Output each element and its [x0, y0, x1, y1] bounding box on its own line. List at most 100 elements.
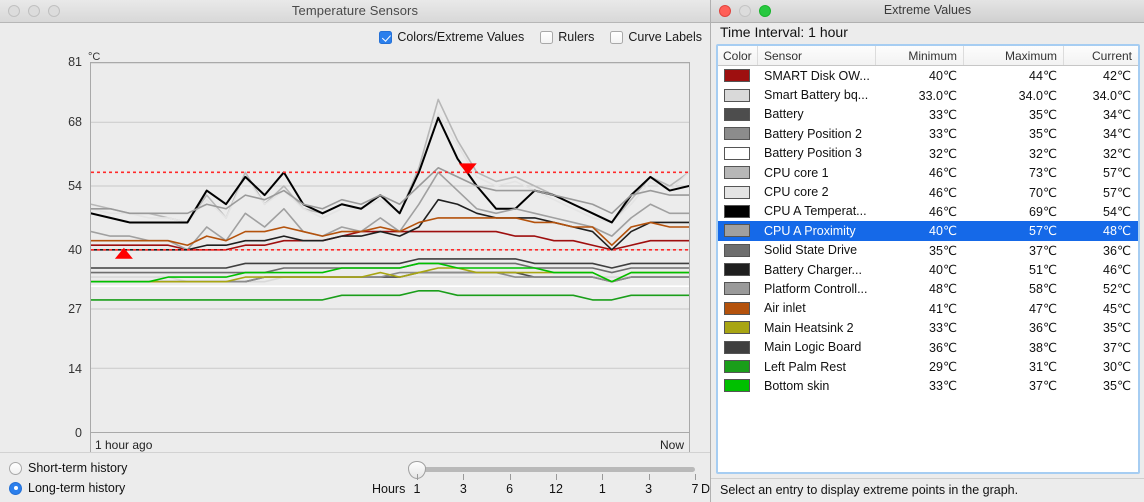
label-short-term-history: Short-term history [28, 461, 128, 475]
series-line [91, 112, 689, 224]
sensor-current: 34℃ [1103, 127, 1131, 142]
slider-stop-label: 7 [691, 482, 699, 496]
sensor-table[interactable]: Color Sensor Minimum Maximum Current SMA… [716, 44, 1140, 474]
checkbox-colors-extreme-values[interactable] [379, 30, 393, 44]
sensor-maximum: 34.0℃ [1018, 88, 1057, 103]
sensor-maximum: 73℃ [1029, 166, 1057, 181]
radio-button-long-term[interactable] [9, 481, 22, 495]
option-rulers[interactable]: Rulers [540, 30, 594, 44]
sensor-current: 57℃ [1103, 185, 1131, 200]
chart-canvas [91, 63, 689, 369]
slider-track[interactable] [417, 467, 695, 472]
sensor-minimum: 33.0℃ [918, 88, 957, 103]
row-color-cell [718, 263, 758, 277]
sensor-maximum: 35℃ [1029, 107, 1057, 122]
radio-long-term-history[interactable]: Long-term history [9, 478, 127, 498]
table-row[interactable]: Air inlet 41℃ 47℃ 45℃ [718, 299, 1138, 318]
column-header-minimum[interactable]: Minimum [876, 46, 964, 65]
sensor-name: SMART Disk OW... [764, 68, 870, 83]
table-row[interactable]: Battery Position 2 33℃ 35℃ 34℃ [718, 124, 1138, 143]
sensor-name: Main Logic Board [764, 340, 862, 355]
history-radio-group: Short-term history Long-term history [9, 458, 127, 498]
y-axis-tick-label: 0 [75, 426, 82, 440]
sensor-minimum: 36℃ [929, 340, 957, 355]
sensor-current: 42℃ [1103, 69, 1131, 84]
row-color-cell [718, 340, 758, 354]
sensor-color-swatch [724, 88, 750, 102]
sensor-minimum: 46℃ [929, 185, 957, 200]
sensor-maximum: 47℃ [1029, 301, 1057, 316]
time-range-slider[interactable]: 1 3 6 12 1 3 7 Hours Days [372, 461, 710, 501]
sensor-maximum: 70℃ [1029, 185, 1057, 200]
row-color-cell [718, 224, 758, 238]
table-row[interactable]: Main Heatsink 2 33℃ 36℃ 35℃ [718, 318, 1138, 337]
column-header-current[interactable]: Current [1064, 46, 1138, 65]
column-header-color[interactable]: Color [718, 46, 758, 65]
table-row[interactable]: Platform Controll... 48℃ 58℃ 52℃ [718, 279, 1138, 298]
sensor-maximum: 37℃ [1029, 243, 1057, 258]
table-row[interactable]: Left Palm Rest 29℃ 31℃ 30℃ [718, 357, 1138, 376]
y-axis-tick-label: 68 [68, 114, 82, 129]
slider-stop-label: 3 [645, 482, 653, 496]
table-row[interactable]: Solid State Drive 35℃ 37℃ 36℃ [718, 241, 1138, 260]
history-controls: Short-term history Long-term history 1 3 6… [0, 452, 710, 502]
table-row[interactable]: Main Logic Board 36℃ 38℃ 37℃ [718, 337, 1138, 356]
x-axis-end-label: Now [659, 438, 684, 452]
sensor-current: 34℃ [1103, 107, 1131, 122]
option-colors-extreme-values[interactable]: Colors/Extreme Values [379, 30, 524, 44]
extreme-values-window: Extreme Values Time Interval: 1 hour Col… [710, 0, 1144, 502]
series-line [91, 258, 689, 269]
label-rulers: Rulers [558, 30, 595, 44]
sensor-maximum: 31℃ [1029, 360, 1057, 375]
sensor-maximum: 57℃ [1029, 224, 1057, 239]
sensor-minimum: 32℃ [929, 146, 957, 161]
table-row[interactable]: Bottom skin 33℃ 37℃ 35℃ [718, 376, 1138, 395]
sensor-color-swatch [724, 282, 750, 296]
row-color-cell [718, 379, 758, 393]
slider-stop-label: 12 [549, 482, 563, 496]
table-row[interactable]: Battery Charger... 40℃ 51℃ 46℃ [718, 260, 1138, 279]
slider-tick [417, 474, 418, 480]
option-curve-labels[interactable]: Curve Labels [610, 30, 702, 44]
row-color-cell [718, 127, 758, 141]
checkbox-rulers[interactable] [540, 30, 554, 44]
slider-tick [509, 474, 511, 480]
sensor-name: Solid State Drive [764, 243, 858, 258]
table-row[interactable]: CPU core 2 46℃ 70℃ 57℃ [718, 182, 1138, 201]
row-color-cell [718, 301, 758, 315]
table-row[interactable]: CPU core 1 46℃ 73℃ 57℃ [718, 163, 1138, 182]
sensor-current: 48℃ [1103, 224, 1131, 239]
table-row[interactable]: Smart Battery bq... 33.0℃ 34.0℃ 34.0℃ [718, 85, 1138, 104]
table-header: Color Sensor Minimum Maximum Current [718, 46, 1138, 66]
radio-short-term-history[interactable]: Short-term history [9, 458, 127, 478]
table-row[interactable]: CPU A Temperat... 46℃ 69℃ 54℃ [718, 202, 1138, 221]
radio-button-short-term[interactable] [9, 461, 22, 475]
slider-ticks [417, 474, 696, 481]
plot-area[interactable] [90, 62, 690, 433]
sensor-minimum: 33℃ [929, 107, 957, 122]
table-row[interactable]: CPU A Proximity 40℃ 57℃ 48℃ [718, 221, 1138, 241]
sensor-color-swatch [724, 127, 750, 141]
series-line [91, 289, 689, 301]
temperature-window-titlebar: Temperature Sensors [0, 0, 710, 23]
table-row[interactable]: Battery Position 3 32℃ 32℃ 32℃ [718, 144, 1138, 163]
sensor-minimum: 40℃ [929, 69, 957, 84]
sensor-minimum: 46℃ [929, 166, 957, 181]
column-header-sensor[interactable]: Sensor [758, 46, 876, 65]
table-row[interactable]: SMART Disk OW... 40℃ 44℃ 42℃ [718, 66, 1138, 85]
sensor-name: CPU A Temperat... [764, 204, 867, 219]
sensor-color-swatch [724, 379, 750, 393]
sensor-name: Air inlet [764, 301, 806, 316]
row-color-cell [718, 204, 758, 218]
sensor-color-swatch [724, 340, 750, 354]
sensor-maximum: 58℃ [1029, 282, 1057, 297]
sensor-minimum: 33℃ [929, 127, 957, 142]
column-header-maximum[interactable]: Maximum [964, 46, 1064, 65]
sensor-minimum: 41℃ [929, 301, 957, 316]
table-row[interactable]: Battery 33℃ 35℃ 34℃ [718, 105, 1138, 124]
checkbox-curve-labels[interactable] [610, 30, 624, 44]
sensor-name: Smart Battery bq... [764, 88, 869, 103]
window-title: Extreme Values [883, 3, 972, 17]
row-color-cell [718, 321, 758, 335]
slider-hours-label: Hours [372, 482, 406, 496]
